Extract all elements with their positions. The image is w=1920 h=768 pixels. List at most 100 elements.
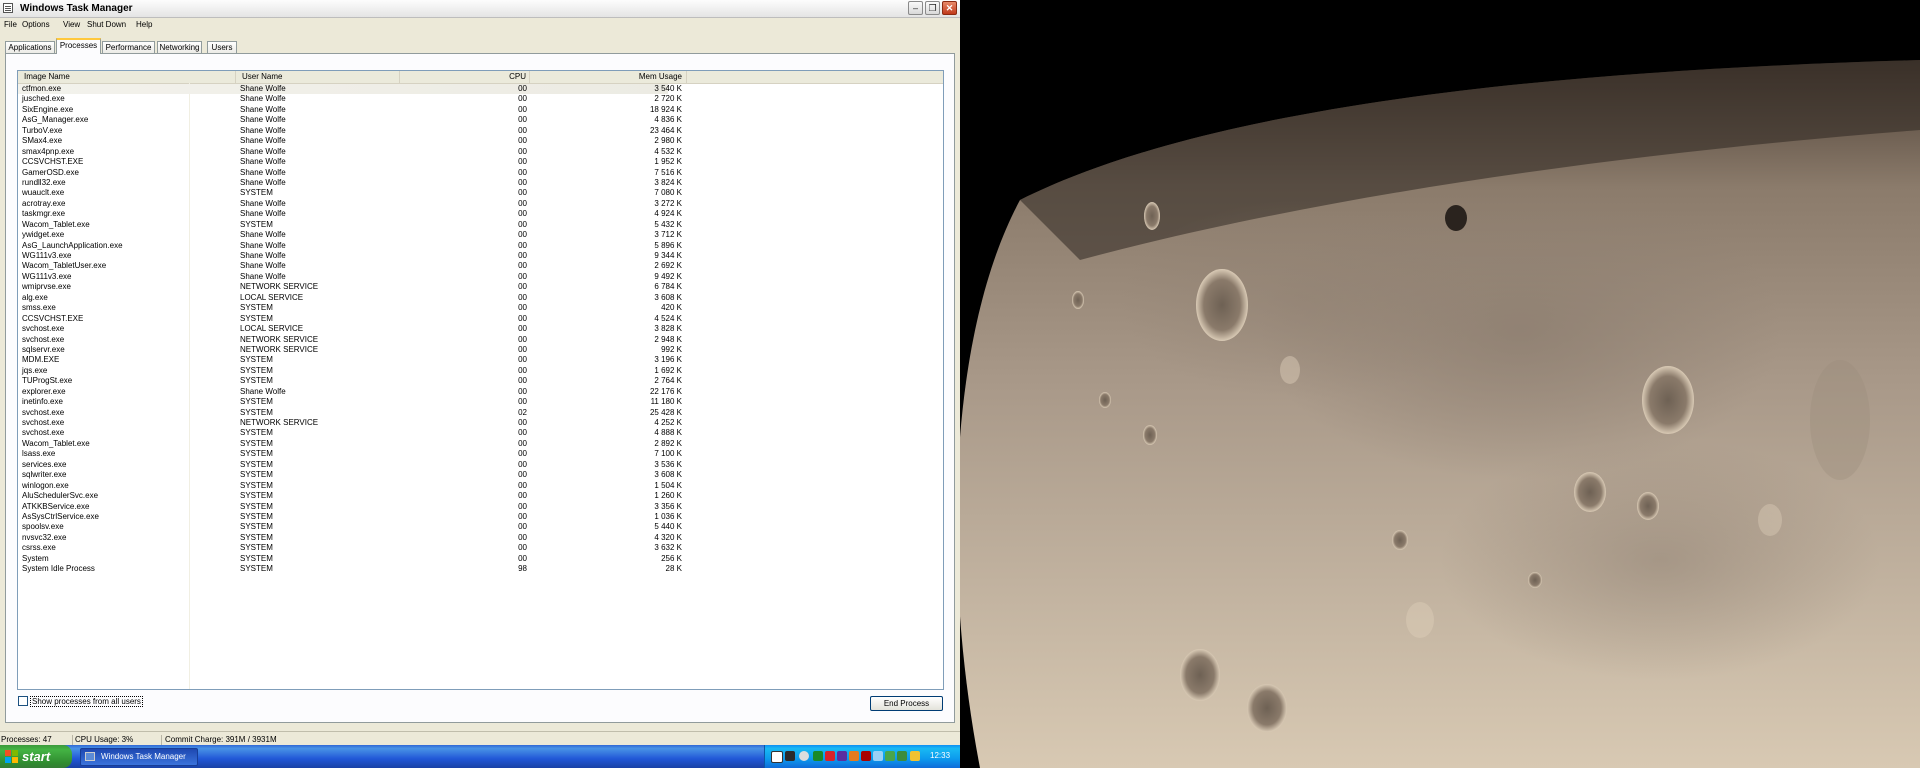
process-row[interactable]: WG111v3.exe Shane Wolfe 00 9 344 K	[18, 251, 943, 261]
close-button[interactable]: ✕	[942, 1, 957, 15]
minimize-button[interactable]: –	[908, 1, 923, 15]
end-process-button[interactable]: End Process	[870, 696, 943, 711]
process-image-name: svchost.exe	[22, 334, 65, 344]
moon-wallpaper	[960, 0, 1920, 768]
process-row[interactable]: lsass.exe SYSTEM 00 7 100 K	[18, 449, 943, 459]
process-row[interactable]: explorer.exe Shane Wolfe 00 22 176 K	[18, 387, 943, 397]
process-row[interactable]: svchost.exe SYSTEM 02 25 428 K	[18, 408, 943, 418]
process-row[interactable]: System Idle Process SYSTEM 98 28 K	[18, 564, 943, 574]
show-all-checkbox[interactable]	[18, 696, 28, 706]
process-row[interactable]: taskmgr.exe Shane Wolfe 00 4 924 K	[18, 209, 943, 219]
process-row[interactable]: wmiprvse.exe NETWORK SERVICE 00 6 784 K	[18, 282, 943, 292]
tab-processes[interactable]: Processes	[56, 38, 101, 54]
process-mem-usage: 3 608 K	[654, 292, 682, 302]
process-row[interactable]: services.exe SYSTEM 00 3 536 K	[18, 460, 943, 470]
process-row[interactable]: svchost.exe NETWORK SERVICE 00 2 948 K	[18, 335, 943, 345]
process-user-name: Shane Wolfe	[240, 115, 286, 125]
process-row[interactable]: jusched.exe Shane Wolfe 00 2 720 K	[18, 94, 943, 104]
process-row[interactable]: ATKKBService.exe SYSTEM 00 3 356 K	[18, 502, 943, 512]
process-row[interactable]: TUProgSt.exe SYSTEM 00 2 764 K	[18, 376, 943, 386]
update-tray-icon[interactable]	[910, 751, 920, 761]
menu-shut-down[interactable]: Shut Down	[87, 20, 126, 29]
window-title: Windows Task Manager	[20, 3, 133, 14]
title-bar[interactable]: Windows Task Manager – ❐ ✕	[0, 0, 960, 18]
process-row[interactable]: MDM.EXE SYSTEM 00 3 196 K	[18, 355, 943, 365]
process-row[interactable]: csrss.exe SYSTEM 00 3 632 K	[18, 543, 943, 553]
process-row[interactable]: svchost.exe LOCAL SERVICE 00 3 828 K	[18, 324, 943, 334]
network-tray-icon[interactable]	[849, 751, 859, 761]
process-row[interactable]: smss.exe SYSTEM 00 420 K	[18, 303, 943, 313]
process-cpu: 98	[518, 564, 527, 574]
process-row[interactable]: AsG_LaunchApplication.exe Shane Wolfe 00 5 …	[18, 241, 943, 251]
process-row[interactable]: spoolsv.exe SYSTEM 00 5 440 K	[18, 522, 943, 532]
column-header-image-name[interactable]: Image Name	[18, 71, 236, 83]
menu-view[interactable]: View	[63, 20, 80, 29]
process-row[interactable]: jqs.exe SYSTEM 00 1 692 K	[18, 366, 943, 376]
menu-help[interactable]: Help	[136, 20, 152, 29]
process-mem-usage: 3 540 K	[654, 84, 682, 93]
acrobat-tray-icon[interactable]	[861, 751, 871, 761]
process-row[interactable]: Wacom_Tablet.exe SYSTEM 00 5 432 K	[18, 220, 943, 230]
process-row[interactable]: acrotray.exe Shane Wolfe 00 3 272 K	[18, 199, 943, 209]
column-header-user-name[interactable]: User Name	[236, 71, 400, 83]
tablet-tray-icon[interactable]	[837, 751, 847, 761]
tab-users[interactable]: Users	[207, 41, 237, 53]
process-cpu: 00	[518, 543, 527, 553]
speaker-tray-icon[interactable]	[785, 751, 795, 761]
process-row[interactable]: winlogon.exe SYSTEM 00 1 504 K	[18, 481, 943, 491]
process-row[interactable]: smax4pnp.exe Shane Wolfe 00 4 532 K	[18, 147, 943, 157]
help-tray-icon[interactable]	[771, 751, 783, 763]
process-list[interactable]: Image Name User Name CPU Mem Usage ctfmo…	[17, 70, 944, 690]
process-image-name: System Idle Process	[22, 564, 95, 574]
process-row[interactable]: CCSVCHST.EXE SYSTEM 00 4 524 K	[18, 314, 943, 324]
arrow-tray-icon[interactable]	[799, 751, 809, 761]
taskbar-item-label: Windows Task Manager	[101, 752, 186, 761]
process-row[interactable]: ctfmon.exe Shane Wolfe 00 3 540 K	[18, 84, 682, 95]
process-row[interactable]: inetinfo.exe SYSTEM 00 11 180 K	[18, 397, 943, 407]
tab-networking[interactable]: Networking	[157, 41, 202, 53]
process-row[interactable]: ywidget.exe Shane Wolfe 00 3 712 K	[18, 230, 943, 240]
process-row[interactable]: svchost.exe SYSTEM 00 4 888 K	[18, 428, 943, 438]
menu-options[interactable]: Options	[22, 20, 50, 29]
process-row[interactable]: System SYSTEM 00 256 K	[18, 554, 943, 564]
process-row[interactable]: svchost.exe NETWORK SERVICE 00 4 252 K	[18, 418, 943, 428]
process-row[interactable]: SMax4.exe Shane Wolfe 00 2 980 K	[18, 136, 943, 146]
process-row[interactable]: SixEngine.exe Shane Wolfe 00 18 924 K	[18, 105, 943, 115]
java-tray-icon[interactable]	[885, 751, 895, 761]
nvidia-tray-icon[interactable]	[897, 751, 907, 761]
process-row[interactable]: nvsvc32.exe SYSTEM 00 4 320 K	[18, 533, 943, 543]
process-image-name: CCSVCHST.EXE	[22, 157, 84, 167]
process-row[interactable]: sqlwriter.exe SYSTEM 00 3 608 K	[18, 470, 943, 480]
taskbar-item-task-manager[interactable]: Windows Task Manager	[80, 748, 198, 766]
process-row[interactable]: sqlservr.exe NETWORK SERVICE 00 992 K	[18, 345, 943, 355]
process-row[interactable]: TurboV.exe Shane Wolfe 00 23 464 K	[18, 126, 943, 136]
show-all-processes[interactable]: Show processes from all users	[18, 696, 143, 707]
process-row[interactable]: WG111v3.exe Shane Wolfe 00 9 492 K	[18, 272, 943, 282]
maximize-button[interactable]: ❐	[925, 1, 940, 15]
column-header-mem-usage[interactable]: Mem Usage	[530, 71, 687, 83]
process-row[interactable]: AluSchedulerSvc.exe SYSTEM 00 1 260 K	[18, 491, 943, 501]
process-row[interactable]: CCSVCHST.EXE Shane Wolfe 00 1 952 K	[18, 157, 943, 167]
start-button[interactable]: start	[0, 745, 72, 768]
menu-file[interactable]: File	[4, 20, 17, 29]
process-cpu: 00	[518, 522, 527, 532]
tab-performance[interactable]: Performance	[102, 41, 155, 53]
antivirus-tray-icon[interactable]	[825, 751, 835, 761]
process-row[interactable]: AsG_Manager.exe Shane Wolfe 00 4 836 K	[18, 115, 943, 125]
wireless-tray-icon[interactable]	[873, 751, 883, 761]
column-header-cpu[interactable]: CPU	[400, 71, 530, 83]
process-cpu: 00	[518, 470, 527, 480]
process-row[interactable]: wuauclt.exe SYSTEM 00 7 080 K	[18, 188, 943, 198]
process-row[interactable]: AsSysCtrlService.exe SYSTEM 00 1 036 K	[18, 512, 943, 522]
process-row[interactable]: GamerOSD.exe Shane Wolfe 00 7 516 K	[18, 168, 943, 178]
process-row[interactable]: Wacom_TabletUser.exe Shane Wolfe 00 2 692 K	[18, 261, 943, 271]
tab-applications[interactable]: Applications	[5, 41, 55, 53]
process-user-name: SYSTEM	[240, 511, 273, 521]
shield-tray-icon[interactable]	[813, 751, 823, 761]
process-row[interactable]: Wacom_Tablet.exe SYSTEM 00 2 892 K	[18, 439, 943, 449]
process-row[interactable]: alg.exe LOCAL SERVICE 00 3 608 K	[18, 293, 943, 303]
process-cpu: 00	[518, 251, 527, 260]
show-all-label[interactable]: Show processes from all users	[30, 696, 143, 707]
process-row[interactable]: rundll32.exe Shane Wolfe 00 3 824 K	[18, 178, 943, 188]
clock[interactable]: 12:33	[930, 751, 950, 760]
